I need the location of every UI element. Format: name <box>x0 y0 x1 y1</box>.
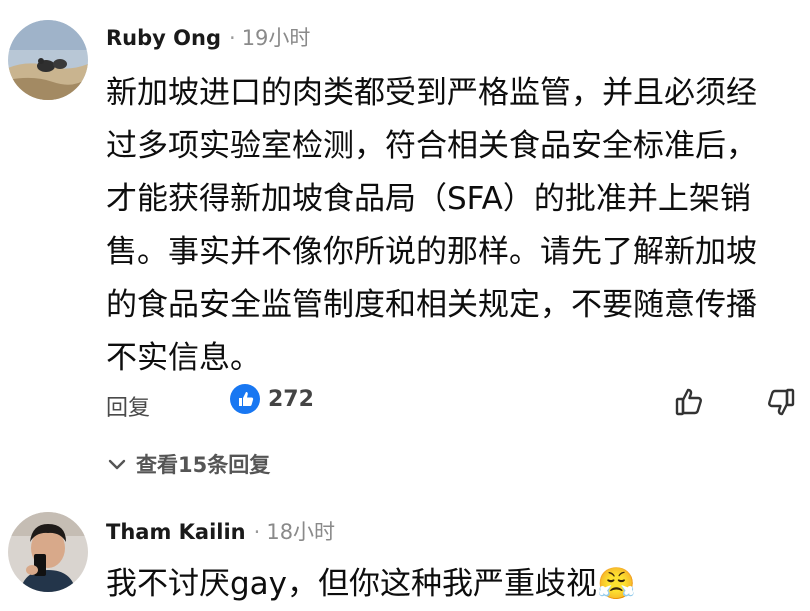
chevron-down-icon <box>106 453 128 475</box>
like-count-group: 272 <box>230 384 314 414</box>
thumbs-down-icon[interactable] <box>762 384 798 420</box>
comment-text-line: 新加坡进口的肉类都受到严格监管，并且必须经 <box>106 75 757 111</box>
comment-actions: 回复 272 <box>0 384 810 424</box>
avatar[interactable] <box>8 20 88 100</box>
timestamp: 18小时 <box>266 520 336 544</box>
comment-text-line: 不实信息。 <box>106 340 261 376</box>
comment-text-line: 过多项实验室检测，符合相关食品安全标准后， <box>106 128 757 164</box>
comment-text-content: 我不讨厌gay，但你这种我严重歧视 <box>106 566 598 602</box>
comment-text-line: 售。事实并不像你所说的那样。请先了解新加坡 <box>106 234 757 270</box>
comment-tham-kailin: Tham Kailin · 18小时 我不讨厌gay，但你这种我严重歧视😤 <box>0 500 810 605</box>
view-replies-button[interactable]: 查看15条回复 <box>106 449 270 479</box>
thumbs-up-icon[interactable] <box>672 384 708 420</box>
comment-meta: Tham Kailin · 18小时 <box>106 516 335 546</box>
comment-text: 新加坡进口的肉类都受到严格监管，并且必须经 过多项实验室检测，符合相关食品安全标… <box>106 67 806 385</box>
meta-separator: · <box>229 26 236 50</box>
comment-meta: Ruby Ong · 19小时 <box>106 22 310 52</box>
author-name[interactable]: Tham Kailin <box>106 520 246 544</box>
avatar[interactable] <box>8 512 88 592</box>
comment-text-line: 的食品安全监管制度和相关规定，不要随意传播 <box>106 287 757 323</box>
comment-text: 我不讨厌gay，但你这种我严重歧视😤 <box>106 558 806 611</box>
comment-text-line: 才能获得新加坡食品局（SFA）的批准并上架销 <box>106 181 751 217</box>
author-name[interactable]: Ruby Ong <box>106 26 221 50</box>
comment-ruby-ong: Ruby Ong · 19小时 新加坡进口的肉类都受到严格监管，并且必须经 过多项实… <box>0 0 810 500</box>
like-badge-icon <box>230 384 260 414</box>
reply-button[interactable]: 回复 <box>106 390 150 422</box>
angry-face-emoji: 😤 <box>597 566 636 602</box>
timestamp: 19小时 <box>241 26 311 50</box>
view-replies-label: 查看15条回复 <box>136 453 271 477</box>
meta-separator: · <box>253 520 261 544</box>
like-count: 272 <box>268 386 314 412</box>
